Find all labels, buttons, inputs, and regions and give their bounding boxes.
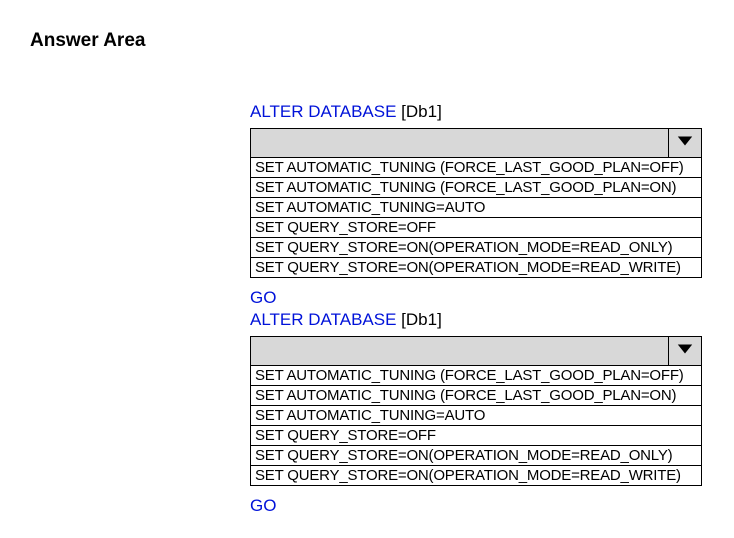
go-keyword-2: GO (250, 496, 704, 516)
dropdown-2[interactable]: SET AUTOMATIC_TUNING (FORCE_LAST_GOOD_PL… (250, 336, 702, 486)
alter-database-line-1: ALTER DATABASE [Db1] (250, 102, 704, 122)
alter-database-line-2: ALTER DATABASE [Db1] (250, 310, 704, 330)
option-item[interactable]: SET QUERY_STORE=ON(OPERATION_MODE=READ_O… (251, 237, 701, 257)
answer-content: ALTER DATABASE [Db1] SET AUTOMATIC_TUNIN… (250, 102, 704, 516)
db-param-1: [Db1] (401, 102, 442, 121)
option-item[interactable]: SET AUTOMATIC_TUNING (FORCE_LAST_GOOD_PL… (251, 385, 701, 405)
alter-keyword-2: ALTER DATABASE (250, 310, 396, 329)
option-item[interactable]: SET AUTOMATIC_TUNING (FORCE_LAST_GOOD_PL… (251, 177, 701, 197)
option-item[interactable]: SET QUERY_STORE=OFF (251, 217, 701, 237)
option-item[interactable]: SET QUERY_STORE=ON(OPERATION_MODE=READ_W… (251, 465, 701, 485)
option-item[interactable]: SET AUTOMATIC_TUNING (FORCE_LAST_GOOD_PL… (251, 366, 701, 385)
option-item[interactable]: SET AUTOMATIC_TUNING (FORCE_LAST_GOOD_PL… (251, 158, 701, 177)
dropdown-options-1: SET AUTOMATIC_TUNING (FORCE_LAST_GOOD_PL… (251, 158, 701, 277)
dropdown-options-2: SET AUTOMATIC_TUNING (FORCE_LAST_GOOD_PL… (251, 366, 701, 485)
chevron-down-icon (676, 134, 694, 153)
chevron-down-icon (676, 342, 694, 361)
dropdown-arrow-2[interactable] (668, 337, 701, 365)
page-title: Answer Area (30, 30, 704, 52)
dropdown-1[interactable]: SET AUTOMATIC_TUNING (FORCE_LAST_GOOD_PL… (250, 128, 702, 278)
dropdown-header-2[interactable] (251, 337, 701, 366)
option-item[interactable]: SET QUERY_STORE=ON(OPERATION_MODE=READ_W… (251, 257, 701, 277)
dropdown-header-1[interactable] (251, 129, 701, 158)
option-item[interactable]: SET AUTOMATIC_TUNING=AUTO (251, 405, 701, 425)
option-item[interactable]: SET AUTOMATIC_TUNING=AUTO (251, 197, 701, 217)
go-keyword-1: GO (250, 288, 704, 308)
dropdown-arrow-1[interactable] (668, 129, 701, 157)
alter-keyword-1: ALTER DATABASE (250, 102, 396, 121)
option-item[interactable]: SET QUERY_STORE=ON(OPERATION_MODE=READ_O… (251, 445, 701, 465)
db-param-2: [Db1] (401, 310, 442, 329)
option-item[interactable]: SET QUERY_STORE=OFF (251, 425, 701, 445)
